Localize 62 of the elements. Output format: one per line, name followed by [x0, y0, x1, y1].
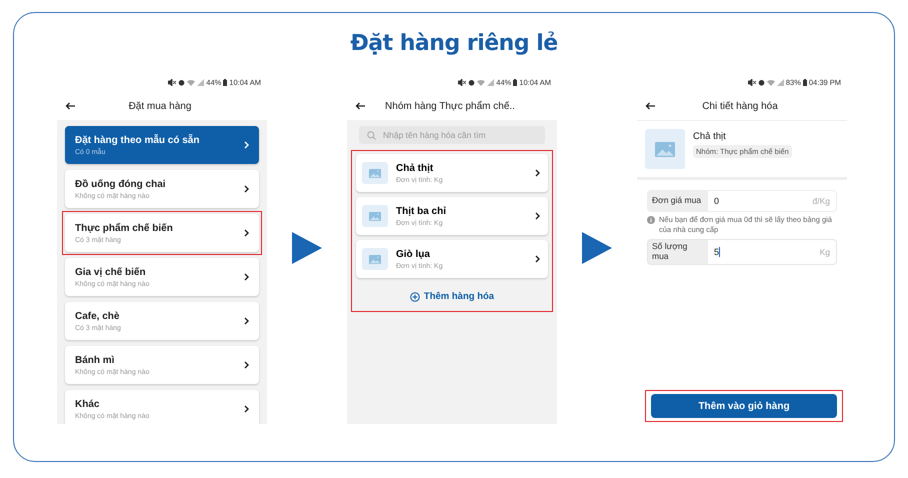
product-name: Chả thịt: [396, 162, 434, 174]
chevron-right-icon: [244, 361, 249, 369]
image-icon: [369, 168, 381, 178]
chevron-right-icon: [244, 405, 249, 413]
image-icon: [369, 254, 381, 264]
chevron-right-icon: [535, 169, 540, 177]
page-title: Đặt hàng riêng lẻ: [349, 31, 559, 56]
category-name: Đồ uống đóng chai: [75, 178, 167, 190]
chevron-right-icon: [535, 255, 540, 263]
mute-icon: [458, 78, 466, 86]
input-field[interactable]: Đơn giá mua 0 đ/Kg: [647, 190, 837, 212]
chevron-right-icon: [244, 229, 249, 237]
signal-icon: [487, 78, 494, 86]
chevron-right-icon: [244, 185, 249, 193]
alarm-icon: [758, 78, 765, 86]
next-arrow-icon: [582, 232, 612, 264]
back-arrow-icon[interactable]: [65, 102, 75, 110]
add-to-cart-button[interactable]: Thêm vào giỏ hàng: [651, 394, 837, 418]
product-name: Thịt ba chỉ: [396, 206, 447, 216]
category-name: Thực phẩm chế biến: [75, 222, 174, 234]
image-icon: [369, 212, 381, 220]
signal-icon: [197, 78, 204, 86]
battery-icon: [802, 78, 807, 86]
search-field[interactable]: Nhập tên hàng hóa cần tìm: [359, 126, 545, 144]
chevron-right-icon: [244, 317, 249, 325]
back-arrow-icon[interactable]: [645, 102, 655, 110]
field-label: Đơn giá mua: [648, 191, 708, 211]
field-value: 5: [714, 246, 720, 256]
product-name: Chả thịt: [693, 131, 727, 142]
field-label: Số lượng mua: [648, 240, 708, 264]
chevron-right-icon: [244, 141, 249, 149]
category-name: Bánh mì: [75, 354, 116, 366]
category-name: Gia vị chế biến: [75, 266, 147, 278]
category-name: Khác: [75, 398, 100, 410]
signal-icon: [776, 78, 784, 86]
add-product-button[interactable]: Thêm hàng hóa: [410, 291, 494, 302]
next-arrow-icon: [292, 232, 322, 264]
mute-icon: [168, 78, 176, 86]
chevron-right-icon: [244, 273, 249, 281]
unit-label: đ/Kg: [812, 196, 830, 206]
alarm-icon: [178, 78, 186, 86]
screen-title: Đặt mua hàng: [128, 100, 192, 112]
plus-circle-icon: [410, 292, 420, 302]
mute-icon: [748, 78, 756, 86]
screen-title: Nhóm hàng Thực phẩm chế..: [384, 100, 516, 112]
chevron-right-icon: [535, 212, 540, 220]
back-arrow-icon[interactable]: [355, 102, 365, 110]
info-icon: [647, 216, 655, 224]
input-field[interactable]: Số lượng mua 5 Kg: [647, 238, 837, 264]
battery-icon: [223, 78, 228, 86]
unit-label: Kg: [820, 246, 830, 256]
battery-icon: [513, 78, 518, 86]
category-name: Cafe, chè: [75, 310, 120, 322]
wifi-icon: [477, 78, 486, 86]
product-name: Giò lụa: [396, 248, 431, 260]
alarm-icon: [468, 78, 476, 86]
wifi-icon: [766, 78, 775, 86]
image-icon: [655, 142, 675, 156]
field-value: 0: [714, 196, 720, 206]
category-name: Đặt hàng theo mẫu có sẵn: [75, 134, 200, 146]
screen-title: Chi tiết hàng hóa: [701, 100, 779, 112]
wifi-icon: [187, 78, 196, 86]
